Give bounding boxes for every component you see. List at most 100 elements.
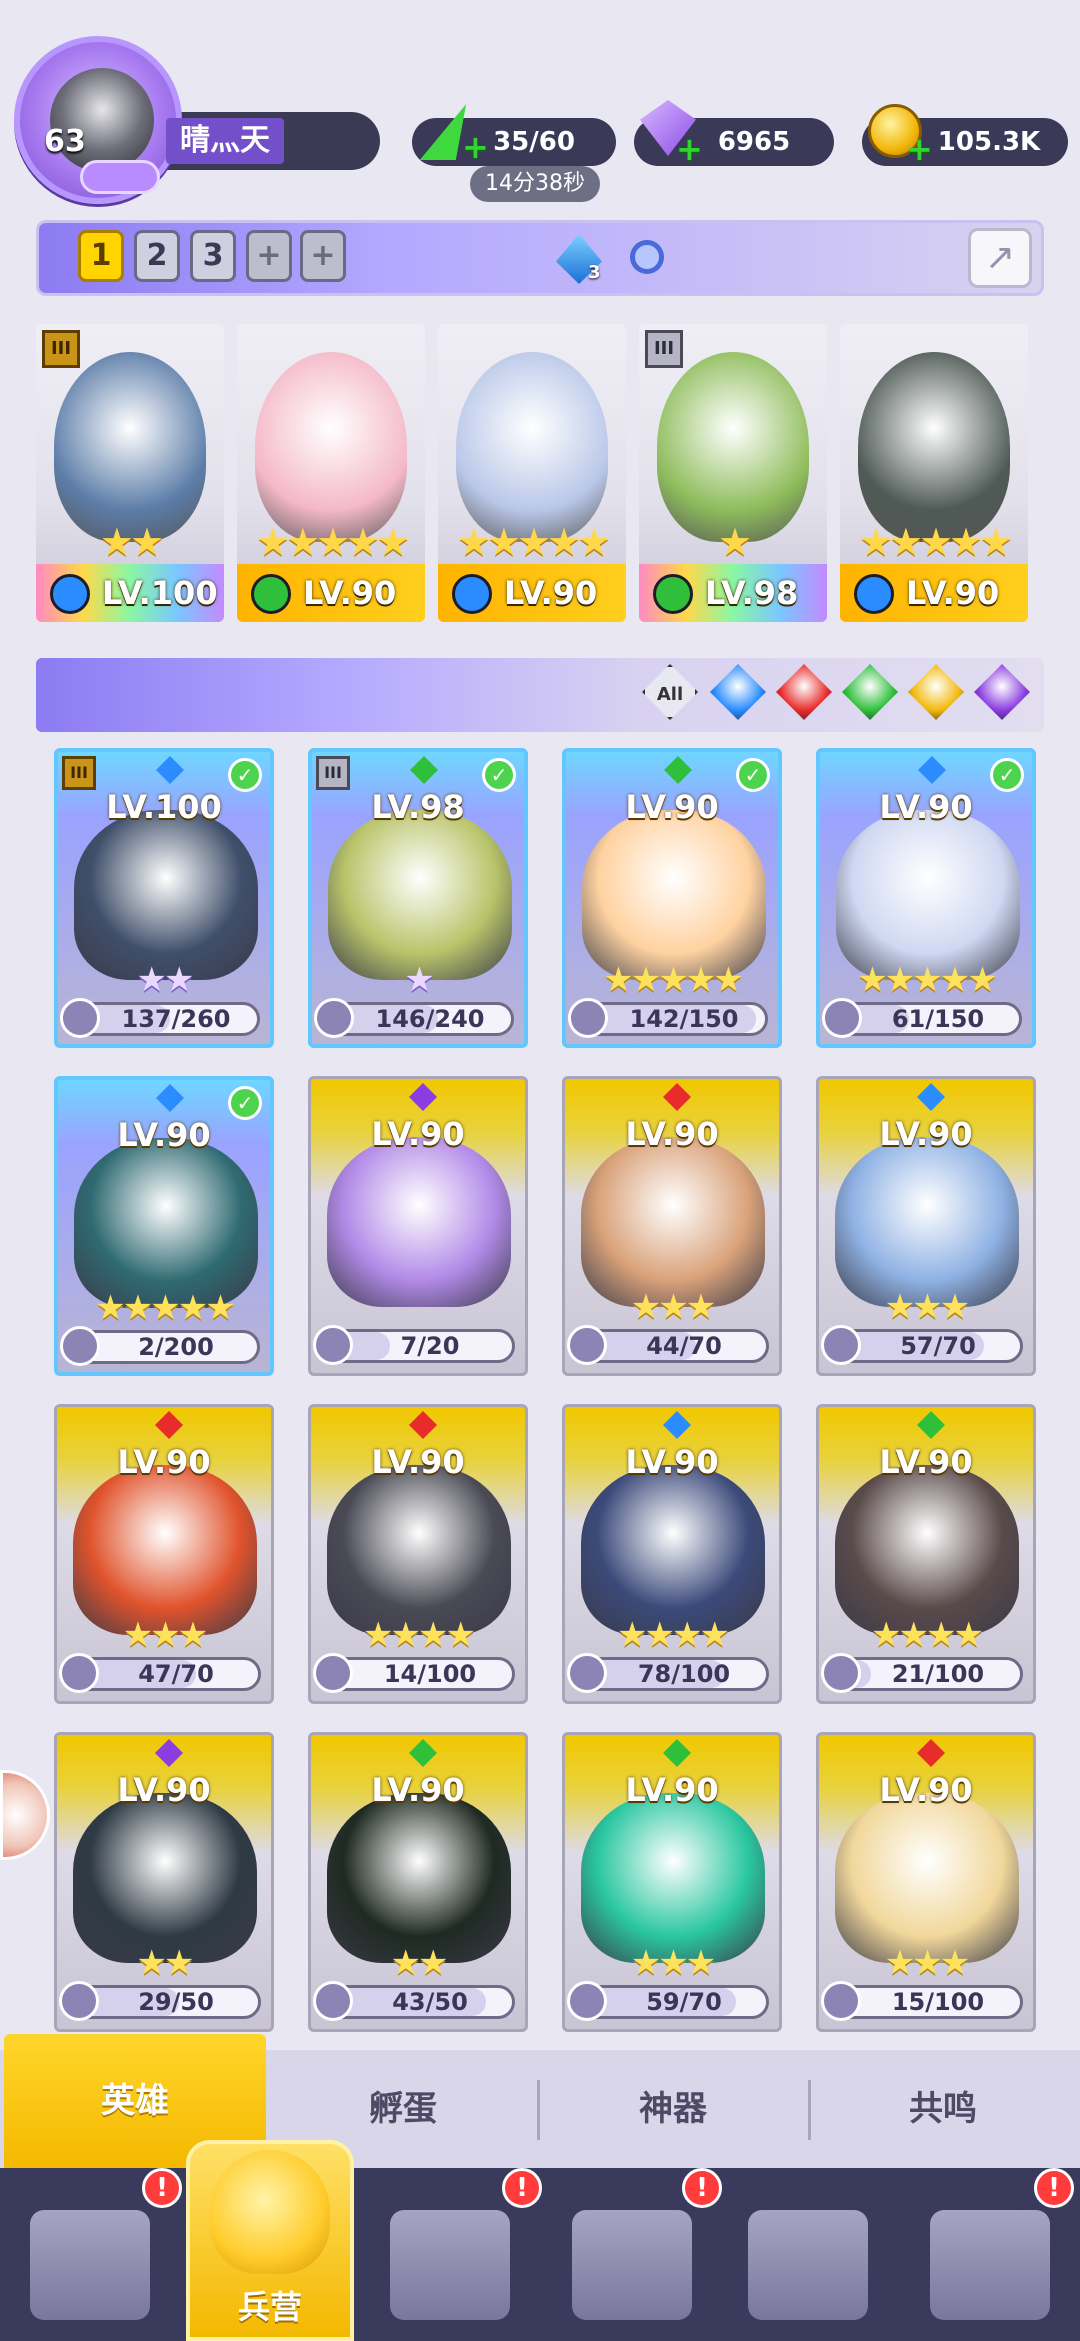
hero-stars: ★★ — [99, 520, 164, 564]
hero-card[interactable]: LV.90 ★★★★ 14/100 — [308, 1404, 528, 1704]
hero-card[interactable]: LV.90 ★★ 29/50 — [54, 1732, 274, 2032]
element-icon — [251, 574, 291, 614]
share-icon[interactable]: ↗ — [968, 228, 1032, 288]
energy-plus-icon[interactable]: + — [462, 131, 489, 163]
element-icon — [156, 1084, 184, 1112]
guild-nav-icon[interactable] — [748, 2210, 868, 2320]
hero-portrait — [54, 352, 206, 542]
hero-level: LV.90 — [117, 1443, 211, 1481]
element-icon — [50, 574, 90, 614]
element-icon — [155, 1739, 183, 1767]
element-icon — [409, 1739, 437, 1767]
shard-count: 78/100 — [637, 1660, 731, 1688]
hero-card[interactable]: LV.90 ★★★ 47/70 — [54, 1404, 274, 1704]
team-hero-card[interactable]: ★★★★★ LV.90 — [438, 324, 626, 622]
team-bar — [36, 220, 1044, 296]
hero-portrait — [581, 1465, 765, 1635]
team-tab-add-1[interactable]: + — [246, 230, 292, 282]
search-icon[interactable] — [630, 240, 664, 274]
shard-count: 7/20 — [400, 1332, 460, 1360]
map-alert-badge: ! — [502, 2168, 542, 2208]
hero-portrait — [73, 1793, 257, 1963]
hero-portrait — [836, 810, 1020, 980]
element-icon — [854, 574, 894, 614]
hero-portrait — [328, 810, 512, 980]
hero-level: LV.90 — [879, 788, 973, 826]
hero-card[interactable]: LV.90 ★★★ 57/70 — [816, 1076, 1036, 1376]
hero-level: LV.98 — [705, 574, 799, 612]
team-tab-3[interactable]: 3 — [190, 230, 236, 282]
cards-alert-badge: ! — [142, 2168, 182, 2208]
shard-count: 2/200 — [138, 1333, 214, 1361]
hero-card[interactable]: LV.90 ★★★★ 21/100 — [816, 1404, 1036, 1704]
hero-card[interactable]: LV.90 7/20 — [308, 1076, 528, 1376]
element-icon — [917, 1739, 945, 1767]
hero-card[interactable]: LV.90 ★★★ 59/70 — [562, 1732, 782, 2032]
hero-stars: ★★★★ — [871, 1615, 984, 1655]
hero-card[interactable]: LV.90 ★★★ 44/70 — [562, 1076, 782, 1376]
hero-portrait — [582, 810, 766, 980]
element-icon — [663, 1083, 691, 1111]
cards-nav-icon[interactable] — [30, 2210, 150, 2320]
hero-portrait — [327, 1137, 511, 1307]
hero-level: LV.98 — [371, 788, 465, 826]
hero-stars: ★★★★★ — [255, 520, 410, 564]
hero-level: LV.90 — [625, 788, 719, 826]
hero-stars: ★★★★ — [363, 1615, 476, 1655]
team-tab-1[interactable]: 1 — [78, 230, 124, 282]
hero-card[interactable]: ✓ LV.90 ★★★★★ 142/150 — [562, 748, 782, 1048]
castle-alert-badge: ! — [682, 2168, 722, 2208]
hero-level: LV.100 — [106, 788, 222, 826]
team-tab-2[interactable]: 2 — [134, 230, 180, 282]
hero-level: LV.90 — [371, 1115, 465, 1153]
castle-nav-icon[interactable] — [572, 2210, 692, 2320]
hero-level: LV.90 — [879, 1771, 973, 1809]
element-icon — [156, 756, 184, 784]
hero-level: LV.90 — [625, 1443, 719, 1481]
banner-alert-badge: ! — [1034, 2168, 1074, 2208]
hero-card[interactable]: III ✓ LV.98 ★ 146/240 — [308, 748, 528, 1048]
gem-plus-icon[interactable]: + — [676, 133, 703, 165]
map-nav-icon[interactable] — [390, 2210, 510, 2320]
hero-level: LV.90 — [371, 1771, 465, 1809]
hero-stars: ★★ — [390, 1943, 449, 1983]
hero-stars: ★★★★★ — [858, 520, 1013, 564]
tab-artifacts[interactable]: 神器 — [540, 2050, 806, 2168]
banner-nav-icon[interactable] — [930, 2210, 1050, 2320]
hero-level: LV.90 — [504, 574, 598, 612]
in-team-check-icon: ✓ — [228, 758, 262, 792]
hero-level: LV.90 — [117, 1771, 211, 1809]
hero-stars: ★★★★★ — [95, 1288, 235, 1328]
team-hero-card[interactable]: III ★ LV.98 — [639, 324, 827, 622]
hero-stars: ★★★ — [122, 1615, 208, 1655]
hero-card[interactable]: LV.90 ★★★★ 78/100 — [562, 1404, 782, 1704]
team-tab-add-2[interactable]: + — [300, 230, 346, 282]
hero-stars: ★ — [404, 960, 434, 1000]
hero-portrait — [835, 1137, 1019, 1307]
hero-portrait — [657, 352, 809, 542]
hero-card[interactable]: LV.90 ★★★ 15/100 — [816, 1732, 1036, 2032]
shard-count: 14/100 — [383, 1660, 477, 1688]
shard-count: 61/150 — [891, 1005, 985, 1033]
hero-card[interactable]: ✓ LV.90 ★★★★★ 61/150 — [816, 748, 1036, 1048]
hero-card[interactable]: ✓ LV.90 ★★★★★ 2/200 — [54, 1076, 274, 1376]
floating-chat-avatar[interactable] — [0, 1770, 50, 1860]
team-hero-card[interactable]: ★★★★★ LV.90 — [840, 324, 1028, 622]
rank-badge: III — [42, 330, 80, 368]
tab-resonance[interactable]: 共鸣 — [810, 2050, 1076, 2168]
element-icon — [663, 1411, 691, 1439]
in-team-check-icon: ✓ — [228, 1086, 262, 1120]
hero-level: LV.90 — [906, 574, 1000, 612]
team-hero-card[interactable]: III ★★ LV.100 — [36, 324, 224, 622]
hero-stars: ★★★★ — [617, 1615, 730, 1655]
element-icon — [452, 574, 492, 614]
hero-card[interactable]: III ✓ LV.100 ★★ 137/260 — [54, 748, 274, 1048]
hero-stars: ★★★★★ — [857, 960, 997, 1000]
hero-portrait — [456, 352, 608, 542]
hero-level: LV.90 — [371, 1443, 465, 1481]
shard-count: 29/50 — [138, 1988, 214, 2016]
gold-plus-icon[interactable]: + — [906, 133, 933, 165]
team-water-count: 3 — [588, 262, 601, 283]
team-hero-card[interactable]: ★★★★★ LV.90 — [237, 324, 425, 622]
hero-card[interactable]: LV.90 ★★ 43/50 — [308, 1732, 528, 2032]
